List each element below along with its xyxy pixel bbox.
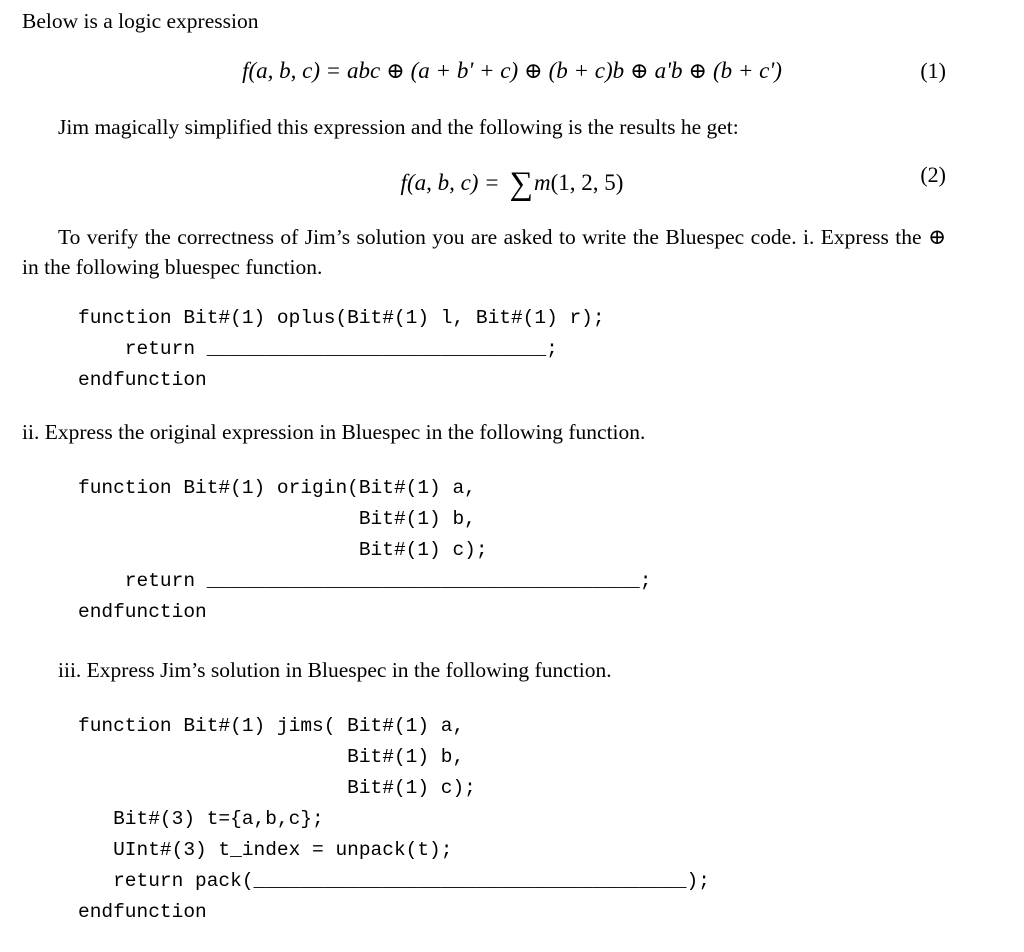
code-line: Bit#(1) c);: [78, 539, 488, 561]
equation-2-body: f(a, b, c) = ∑m(1, 2, 5): [0, 162, 1024, 202]
code-line: function Bit#(1) oplus(Bit#(1) l, Bit#(1…: [78, 307, 605, 329]
code-line: UInt#(3) t_index = unpack(t);: [78, 839, 453, 861]
code-line: Bit#(1) b,: [78, 746, 465, 768]
equation-2-minterm-list: (1, 2, 5): [550, 170, 624, 195]
code-line: endfunction: [78, 601, 207, 623]
oplus-icon: ⊕: [630, 58, 649, 83]
paragraph-verify: To verify the correctness of Jim’s solut…: [22, 225, 952, 279]
code-line: Bit#(1) c);: [78, 777, 476, 799]
oplus-icon: ⊕: [386, 58, 405, 83]
equation-2-minterm-function: m: [533, 170, 551, 195]
equation-1-term-5: (b + c'): [712, 58, 782, 83]
item-ii-instruction: ii. Express the original expression in B…: [22, 420, 646, 444]
equation-1-equals: =: [327, 58, 340, 83]
summation-icon: ∑: [509, 166, 533, 202]
equation-1-term-1: abc: [346, 58, 381, 83]
code-line: endfunction: [78, 901, 207, 923]
equation-1-row: f(a, b, c) = abc ⊕ (a + b' + c) ⊕ (b + c)b ⊕ a'b…: [0, 58, 1024, 84]
paragraph-simplified: Jim magically simplified this expression…: [58, 115, 739, 139]
equation-2-number: (2): [920, 162, 946, 187]
equation-1-number: (1): [920, 58, 946, 83]
oplus-icon: ⊕: [688, 58, 707, 83]
code-line: function Bit#(1) origin(Bit#(1) a,: [78, 477, 476, 499]
code-block-jims: function Bit#(1) jims( Bit#(1) a, Bit#(1…: [78, 711, 710, 928]
oplus-icon: ⊕: [524, 58, 543, 83]
code-line: Bit#(1) b,: [78, 508, 476, 530]
item-iii-instruction: iii. Express Jim’s solution in Bluespec …: [58, 658, 612, 682]
code-line: return _________________________________…: [78, 570, 652, 592]
intro-line: Below is a logic expression: [22, 9, 259, 33]
equation-2-row: f(a, b, c) = ∑m(1, 2, 5) (2): [0, 162, 1024, 202]
equation-1-term-4: a'b: [654, 58, 683, 83]
equation-2-equals: =: [485, 170, 499, 195]
equation-1-body: f(a, b, c) = abc ⊕ (a + b' + c) ⊕ (b + c)b ⊕ a'b…: [0, 58, 1024, 84]
code-line: Bit#(3) t={a,b,c};: [78, 808, 324, 830]
code-line: return _____________________________;: [78, 338, 558, 360]
equation-1-term-2: (a + b' + c): [410, 58, 519, 83]
document-page: Below is a logic expression f(a, b, c) = a…: [0, 0, 1024, 952]
equation-1-term-3: (b + c)b: [548, 58, 625, 83]
code-line: return pack(____________________________…: [78, 870, 710, 892]
code-line: endfunction: [78, 369, 207, 391]
equation-2-arguments: (a, b, c): [406, 170, 479, 195]
code-line: function Bit#(1) jims( Bit#(1) a,: [78, 715, 465, 737]
equation-1-arguments: (a, b, c): [248, 58, 320, 83]
code-block-origin: function Bit#(1) origin(Bit#(1) a, Bit#(…: [78, 473, 651, 628]
code-block-oplus: function Bit#(1) oplus(Bit#(1) l, Bit#(1…: [78, 303, 605, 396]
